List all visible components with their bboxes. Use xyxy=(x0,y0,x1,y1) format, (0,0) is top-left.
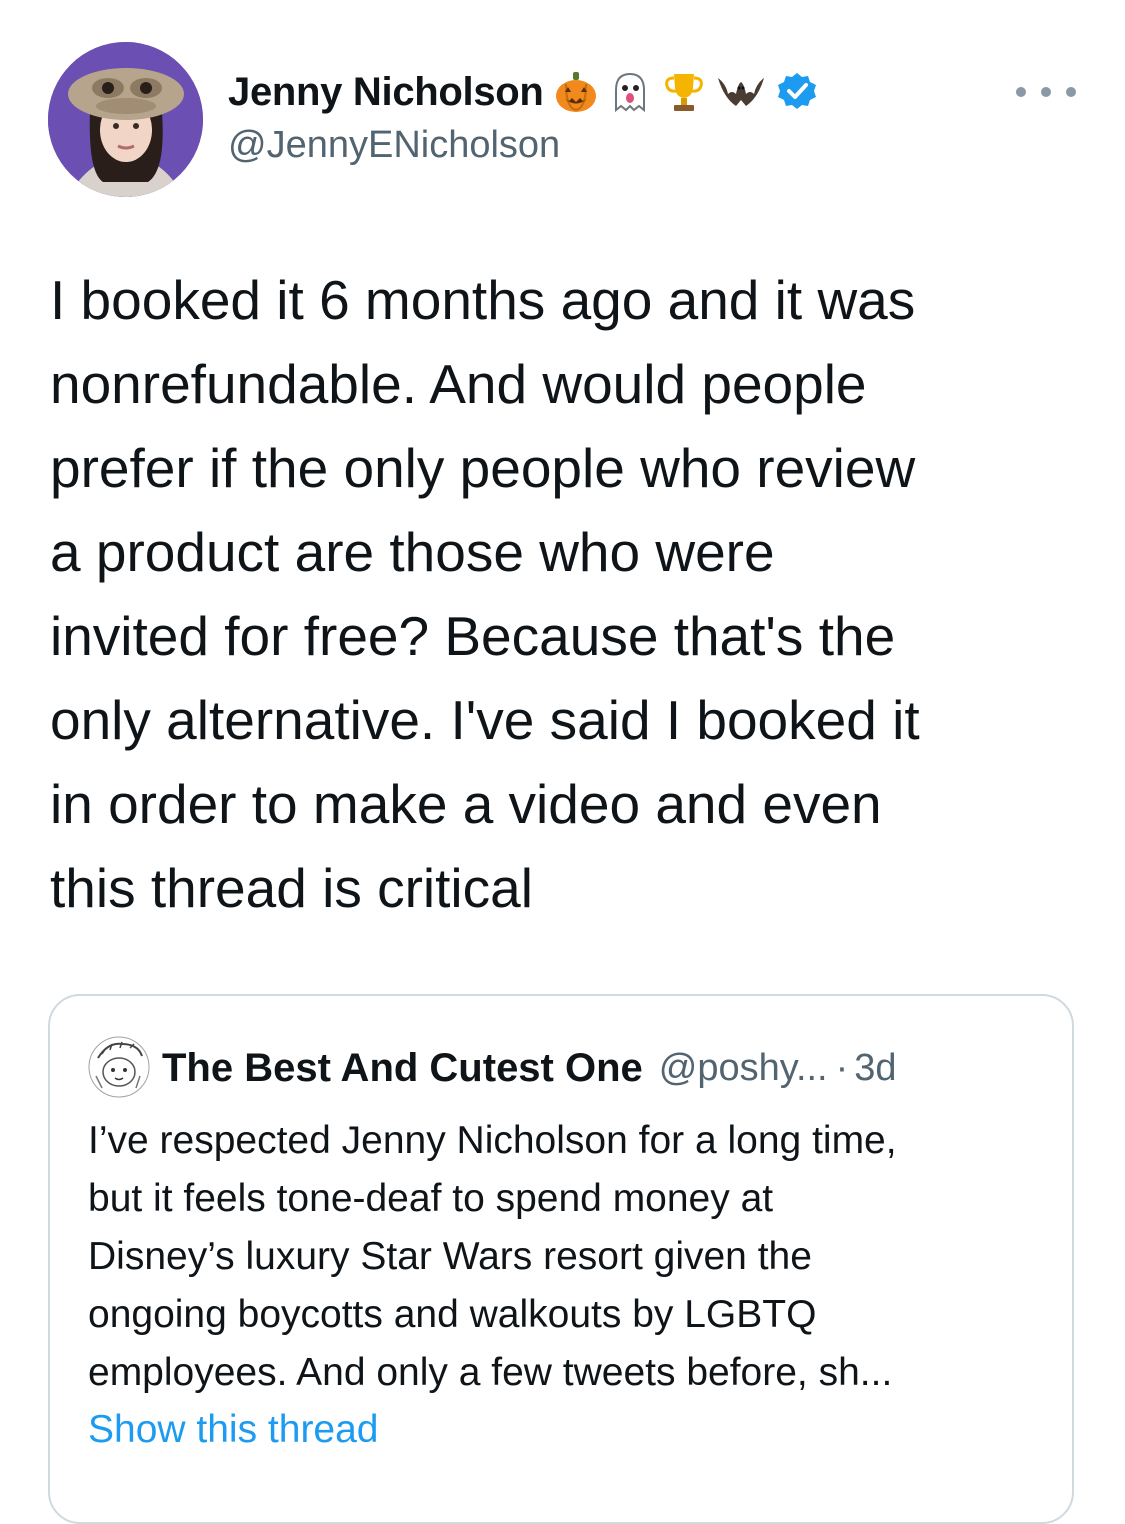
quoted-author-name[interactable]: The Best And Cutest One xyxy=(162,1046,643,1091)
more-dot-icon xyxy=(1066,87,1076,97)
show-thread-link[interactable]: Show this thread xyxy=(88,1408,379,1452)
author-avatar[interactable] xyxy=(48,42,203,197)
quoted-tweet-header: The Best And Cutest One @poshy... · 3d xyxy=(162,1040,897,1096)
bat-icon xyxy=(716,70,766,114)
jack-o-lantern-icon xyxy=(554,70,598,114)
author-name-row[interactable]: Jenny Nicholson xyxy=(228,68,818,116)
verified-badge-icon xyxy=(776,71,818,113)
quoted-author-avatar[interactable] xyxy=(88,1036,150,1098)
quoted-tweet-card[interactable]: The Best And Cutest One @poshy... · 3d I… xyxy=(48,994,1074,1524)
more-options-button[interactable] xyxy=(1016,82,1076,102)
quoted-tweet-text: I’ve respected Jenny Nicholson for a lon… xyxy=(88,1119,897,1394)
ghost-icon xyxy=(608,70,652,114)
author-handle[interactable]: @JennyENicholson xyxy=(228,124,560,167)
trophy-icon xyxy=(662,70,706,114)
author-display-name[interactable]: Jenny Nicholson xyxy=(228,70,544,115)
tweet-text: I booked it 6 months ago and it was nonr… xyxy=(50,269,920,919)
quoted-author-handle[interactable]: @poshy... xyxy=(659,1047,828,1090)
more-dot-icon xyxy=(1041,87,1051,97)
quoted-separator: · xyxy=(835,1046,849,1089)
quoted-timestamp[interactable]: 3d xyxy=(854,1047,896,1090)
more-dot-icon xyxy=(1016,87,1026,97)
